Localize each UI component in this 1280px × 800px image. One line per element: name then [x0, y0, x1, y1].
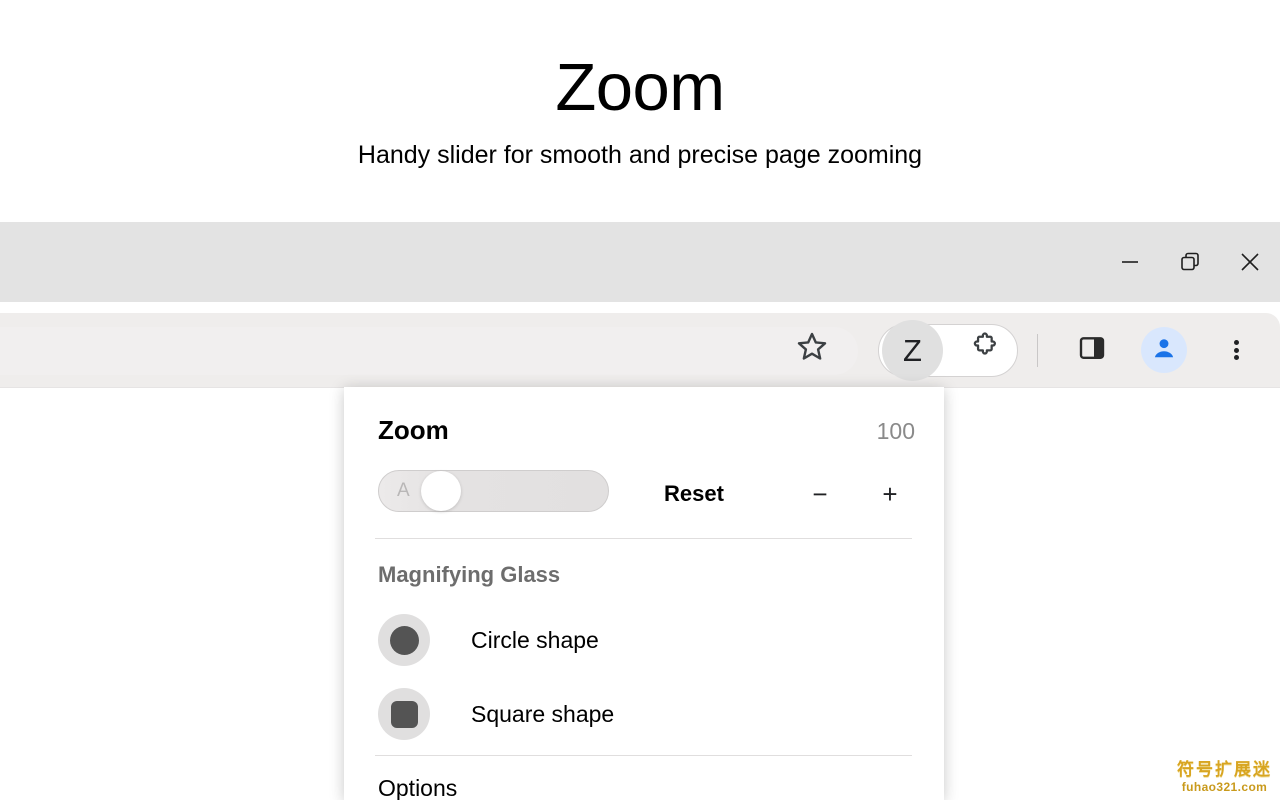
- extensions-menu-button[interactable]: [962, 326, 1008, 372]
- circle-swatch-icon: [378, 614, 430, 666]
- watermark-url: fuhao321.com: [1181, 780, 1268, 794]
- circle-shape-label: Circle shape: [471, 626, 599, 653]
- promo-header: Zoom Handy slider for smooth and precise…: [0, 0, 1280, 222]
- minimize-icon: [1117, 249, 1143, 275]
- star-icon: [795, 330, 829, 369]
- avatar[interactable]: [1141, 327, 1187, 373]
- options-section-label: Options: [378, 775, 458, 800]
- side-panel-button[interactable]: [1069, 327, 1115, 373]
- zoom-in-button[interactable]: +: [868, 477, 912, 511]
- option-square-shape[interactable]: Square shape: [378, 687, 898, 741]
- magnifying-glass-section-label: Magnifying Glass: [378, 562, 561, 587]
- side-panel-icon: [1077, 333, 1107, 368]
- minimize-button[interactable]: [1100, 222, 1160, 302]
- zoom-extension-popup: Zoom 100 A Reset − + Magnifying Glass Ci…: [344, 387, 944, 800]
- popup-title: Zoom: [378, 415, 449, 445]
- omnibox-trailing-cap: [0, 327, 858, 375]
- watermark: 符号扩展迷 fuhao321.com: [1177, 760, 1272, 794]
- three-dot-menu-icon: [1233, 338, 1239, 363]
- popup-divider-top: [375, 538, 912, 539]
- zoom-slider[interactable]: A: [378, 470, 609, 512]
- popup-divider-bottom: [375, 755, 912, 756]
- popup-header: Zoom 100: [378, 415, 915, 446]
- zoom-slider-thumb[interactable]: [421, 471, 461, 511]
- zoom-extension-button[interactable]: Z: [882, 320, 943, 381]
- slider-letter-label: A: [397, 480, 410, 501]
- zoom-controls-row: A Reset − +: [378, 470, 915, 516]
- extension-badge-letter: Z: [903, 332, 922, 368]
- browser-title-bar: [0, 222, 1280, 302]
- reset-button[interactable]: Reset: [664, 481, 724, 507]
- screenshot-root: Zoom Handy slider for smooth and precise…: [0, 0, 1280, 800]
- bookmark-button[interactable]: [788, 325, 836, 373]
- browser-menu-button[interactable]: [1214, 327, 1258, 373]
- toolbar-divider: [1037, 334, 1038, 367]
- close-button[interactable]: [1220, 222, 1280, 302]
- page-title: Zoom: [555, 50, 725, 125]
- zoom-out-button[interactable]: −: [798, 477, 842, 511]
- page-subtitle: Handy slider for smooth and precise page…: [357, 141, 923, 169]
- user-avatar-icon: [1151, 335, 1177, 366]
- puzzle-piece-icon: [969, 331, 1001, 368]
- square-swatch-icon: [378, 688, 430, 740]
- close-icon: [1237, 249, 1263, 275]
- zoom-level-value: 100: [876, 418, 915, 444]
- restore-icon: [1177, 249, 1203, 275]
- watermark-chinese-text: 符号扩展迷: [1177, 760, 1272, 779]
- square-shape-label: Square shape: [471, 700, 615, 727]
- restore-button[interactable]: [1160, 222, 1220, 302]
- window-controls: [1100, 222, 1280, 302]
- option-circle-shape[interactable]: Circle shape: [378, 613, 898, 667]
